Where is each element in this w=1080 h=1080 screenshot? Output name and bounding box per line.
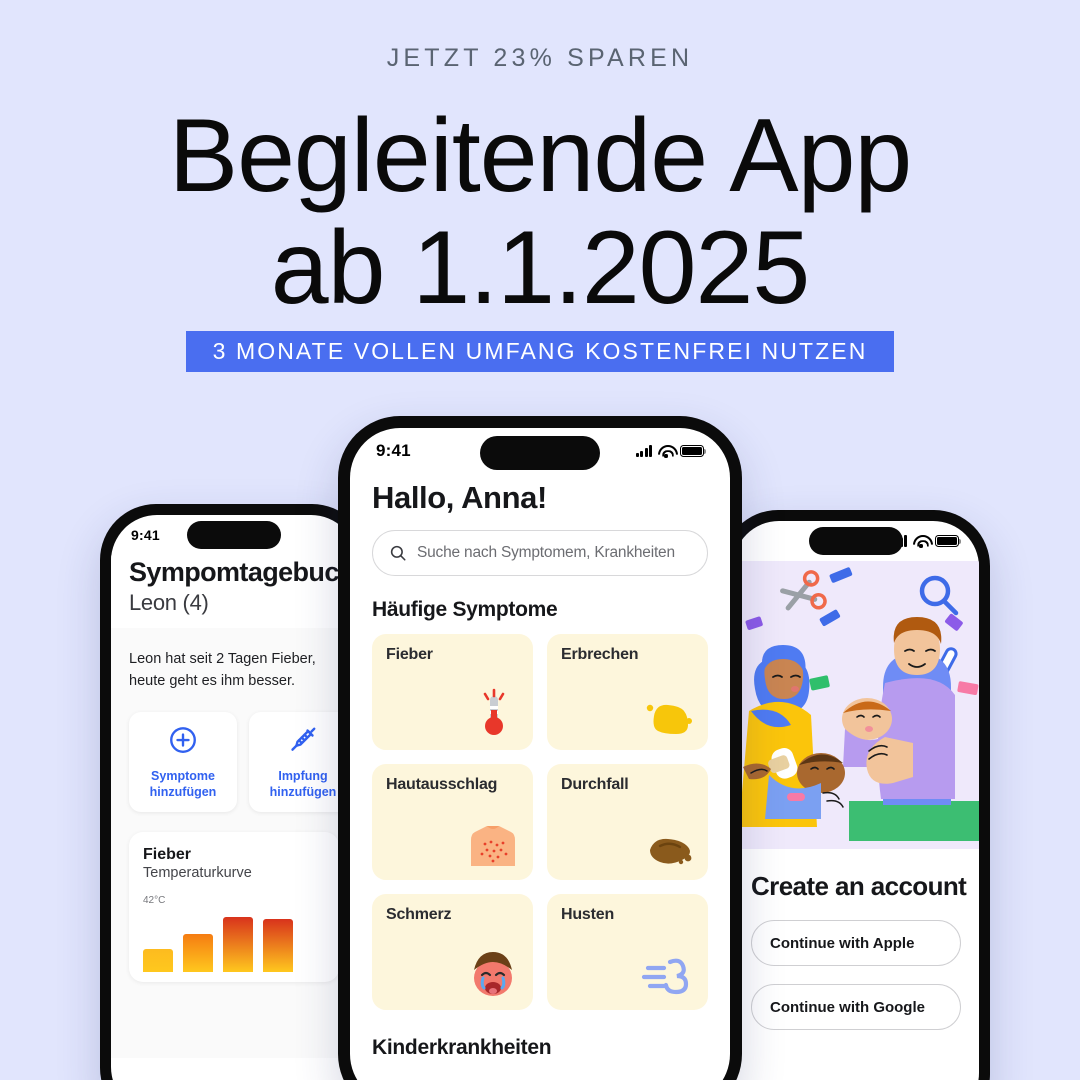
- wifi-icon: [658, 445, 674, 458]
- symptom-card-label: Hautausschlag: [386, 776, 498, 793]
- promo-badge-label: 3 MONATE VOLLEN UMFANG KOSTENFREI NUTZEN: [212, 338, 868, 364]
- search-input[interactable]: Suche nach Symptomem, Krankheiten: [372, 530, 708, 576]
- symptom-card[interactable]: Fieber: [372, 634, 533, 750]
- promo-badge: 3 MONATE VOLLEN UMFANG KOSTENFREI NUTZEN: [186, 331, 894, 372]
- symptom-card-label: Schmerz: [386, 906, 452, 923]
- chart-bar: [143, 949, 173, 972]
- section-title-symptoms: Häufige Symptome: [372, 598, 558, 621]
- headline-line-2: ab 1.1.2025: [270, 210, 810, 326]
- symptom-card[interactable]: Husten: [547, 894, 708, 1010]
- page-title: Begleitende App ab 1.1.2025: [0, 100, 1080, 324]
- cough-icon: [640, 946, 696, 1002]
- chart-y-axis-label: 42°C: [143, 895, 166, 906]
- status-time: 9:41: [376, 441, 411, 460]
- continue-with-apple-button[interactable]: Continue with Apple: [751, 920, 961, 966]
- phone-mockup-left: 9:41 Sympomtagebuch Leon (4) Leon hat se…: [100, 504, 368, 1080]
- status-time: 9:41: [131, 527, 160, 543]
- symptom-card-label: Fieber: [386, 646, 433, 663]
- temperature-bar-chart: [143, 908, 325, 972]
- headline-line-1: Begleitende App: [168, 98, 913, 214]
- symptom-card-label: Husten: [561, 906, 615, 923]
- left-header: Sympomtagebuch Leon (4): [111, 555, 357, 628]
- status-bar-center: 9:41: [350, 428, 730, 474]
- dynamic-island: [809, 527, 903, 555]
- signal-bars-icon: [635, 445, 652, 457]
- symptom-card[interactable]: Erbrechen: [547, 634, 708, 750]
- page-title: Create an account: [751, 871, 967, 901]
- phone-mockup-right: Create an account Continue with Apple Co…: [722, 510, 990, 1080]
- add-symptom-label: Symptome hinzufügen: [149, 768, 217, 799]
- thermometer-icon: [465, 686, 521, 742]
- dynamic-island: [480, 436, 600, 470]
- chart-subtitle: Temperaturkurve: [143, 865, 252, 881]
- page-title: Sympomtagebuch: [129, 557, 355, 587]
- dynamic-island: [187, 521, 281, 549]
- add-symptom-button[interactable]: Symptome hinzufügen: [129, 712, 237, 812]
- chart-bar: [263, 919, 293, 972]
- diary-summary-text: Leon hat seit 2 Tagen Fieber, heute geht…: [129, 651, 316, 689]
- family-with-babies-illustration: [733, 561, 979, 849]
- quick-actions: Symptome hinzufügen Impfung hinzufügen: [129, 712, 357, 812]
- phone-left-screen: 9:41 Sympomtagebuch Leon (4) Leon hat se…: [111, 515, 357, 1080]
- rash-torso-icon: [465, 816, 521, 872]
- center-content: Hallo, Anna! Suche nach Symptomem, Krank…: [350, 474, 730, 1060]
- right-content: Create an account Continue with Apple Co…: [733, 849, 979, 1030]
- chart-bar: [183, 934, 213, 972]
- chart-bar: [223, 917, 253, 972]
- status-bar-right: [733, 521, 979, 561]
- section-title-diseases: Kinderkrankheiten: [372, 1036, 552, 1059]
- crying-face-icon: [465, 946, 521, 1002]
- phone-mockup-center: 9:41 Hallo, Anna! Suche nach Symptomem, …: [338, 416, 742, 1080]
- promo-poster: JETZT 23% SPAREN Begleitende App ab 1.1.…: [0, 0, 1080, 1080]
- symptom-card[interactable]: Schmerz: [372, 894, 533, 1010]
- symptom-card-label: Erbrechen: [561, 646, 639, 663]
- phone-right-screen: Create an account Continue with Apple Co…: [733, 521, 979, 1080]
- continue-with-google-button[interactable]: Continue with Google: [751, 984, 961, 1030]
- search-placeholder: Suche nach Symptomem, Krankheiten: [417, 544, 675, 561]
- vomit-icon: [640, 686, 696, 742]
- fever-chart-card[interactable]: Fieber Temperaturkurve 42°C: [129, 832, 339, 982]
- search-icon: [389, 544, 407, 562]
- battery-icon: [935, 535, 962, 547]
- greeting-title: Hallo, Anna!: [372, 480, 547, 515]
- symptom-card[interactable]: Hautausschlag: [372, 764, 533, 880]
- symptom-grid: Fieber Erbrechen Hautausschlag Durchfall…: [372, 634, 708, 1010]
- wifi-icon: [913, 535, 929, 548]
- symptom-card-label: Durchfall: [561, 776, 629, 793]
- continue-with-google-label: Continue with Google: [770, 998, 925, 1016]
- child-name-age: Leon (4): [129, 590, 209, 615]
- battery-icon: [680, 445, 707, 457]
- diarrhea-icon: [640, 816, 696, 872]
- promo-eyebrow: JETZT 23% SPAREN: [386, 44, 694, 72]
- symptom-card[interactable]: Durchfall: [547, 764, 708, 880]
- plus-circle-icon: [168, 725, 198, 760]
- phone-center-screen: 9:41 Hallo, Anna! Suche nach Symptomem, …: [350, 428, 730, 1080]
- syringe-icon: [288, 725, 318, 760]
- left-content: Leon hat seit 2 Tagen Fieber, heute geht…: [111, 628, 357, 1058]
- status-icons: [635, 445, 707, 458]
- status-bar-left: 9:41: [111, 515, 357, 555]
- chart-title: Fieber: [143, 846, 192, 863]
- continue-with-apple-label: Continue with Apple: [770, 934, 915, 952]
- add-vaccination-label: Impfung hinzufügen: [269, 768, 337, 799]
